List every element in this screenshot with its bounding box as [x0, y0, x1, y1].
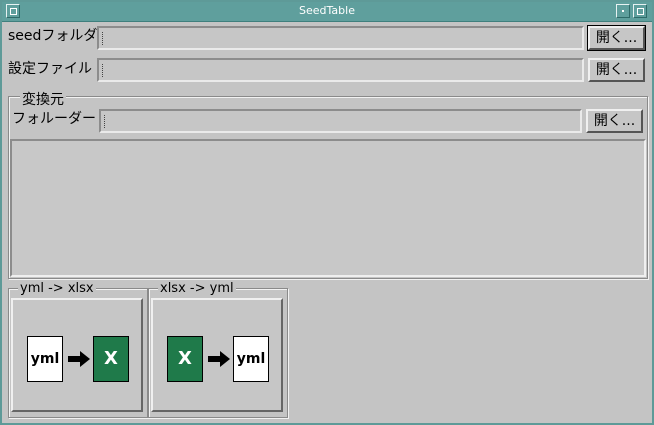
- text-caret: [102, 32, 104, 45]
- window-title: SeedTable: [299, 4, 355, 17]
- yml-file-icon: yml: [233, 336, 269, 382]
- source-group-legend: 変換元: [20, 89, 66, 109]
- text-caret: [102, 64, 104, 77]
- xlsx-to-yml-button[interactable]: X yml: [151, 298, 283, 412]
- seed-folder-label: seedフォルダ: [8, 28, 98, 44]
- xlsx-to-yml-legend: xlsx -> yml: [158, 281, 236, 296]
- settings-file-label: 設定ファイル: [8, 61, 92, 77]
- settings-file-open-button[interactable]: 開く...: [588, 58, 645, 82]
- source-folder-label: フォルーダー: [12, 111, 96, 127]
- title-bar[interactable]: SeedTable: [2, 2, 652, 22]
- yml-file-icon: yml: [27, 336, 63, 382]
- arrow-right-icon: [208, 351, 230, 367]
- excel-icon: X: [167, 336, 203, 382]
- seed-folder-open-button[interactable]: 開く...: [587, 25, 646, 51]
- minimize-icon[interactable]: [616, 4, 630, 18]
- maximize-icon[interactable]: [633, 4, 647, 18]
- yml-to-xlsx-button[interactable]: yml X: [11, 298, 143, 412]
- yml-to-xlsx-icon: yml X: [27, 336, 129, 384]
- source-folder-open-button[interactable]: 開く...: [586, 109, 643, 133]
- yml-to-xlsx-legend: yml -> xlsx: [18, 281, 96, 296]
- xlsx-to-yml-icon: X yml: [167, 336, 269, 384]
- file-list-panel[interactable]: [10, 139, 646, 277]
- arrow-right-icon: [68, 351, 90, 367]
- source-folder-input[interactable]: [99, 109, 582, 133]
- seed-folder-input[interactable]: [97, 26, 584, 50]
- text-caret: [104, 115, 106, 128]
- settings-file-input[interactable]: [97, 58, 584, 82]
- excel-icon: X: [93, 336, 129, 382]
- app-window: SeedTable seedフォルダ 開く... 設定ファイル 開く... 変換…: [0, 0, 654, 425]
